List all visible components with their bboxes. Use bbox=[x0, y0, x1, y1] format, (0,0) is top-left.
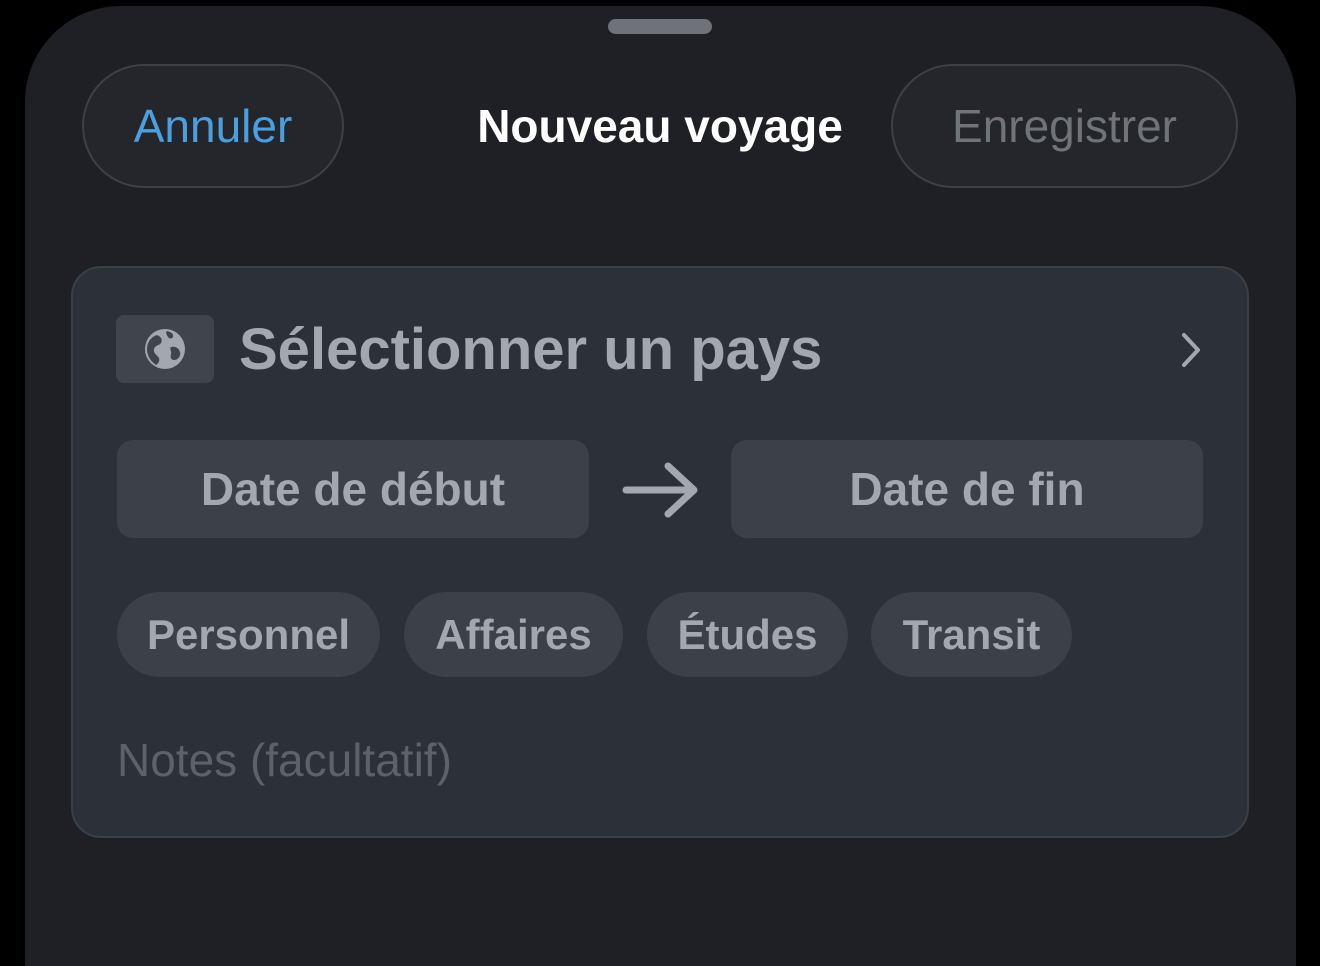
start-date-button[interactable]: Date de début bbox=[117, 440, 589, 538]
notes-input[interactable] bbox=[117, 722, 1197, 798]
end-date-button[interactable]: Date de fin bbox=[731, 440, 1203, 538]
globe-icon bbox=[116, 315, 214, 383]
save-button[interactable]: Enregistrer bbox=[891, 64, 1238, 188]
trip-type-chip-etudes[interactable]: Études bbox=[647, 592, 848, 677]
country-selector-label: Sélectionner un pays bbox=[239, 317, 823, 382]
chevron-right-icon bbox=[1182, 333, 1200, 367]
cancel-button[interactable]: Annuler bbox=[82, 64, 344, 188]
arrow-right-icon bbox=[622, 462, 698, 518]
trip-type-chip-affaires[interactable]: Affaires bbox=[404, 592, 623, 677]
trip-type-chip-transit[interactable]: Transit bbox=[871, 592, 1072, 677]
page-title: Nouveau voyage bbox=[477, 100, 843, 152]
trip-type-chip-personnel[interactable]: Personnel bbox=[117, 592, 380, 677]
country-selector[interactable]: Sélectionner un pays bbox=[116, 308, 1206, 392]
sheet-grabber-handle[interactable] bbox=[608, 19, 712, 34]
